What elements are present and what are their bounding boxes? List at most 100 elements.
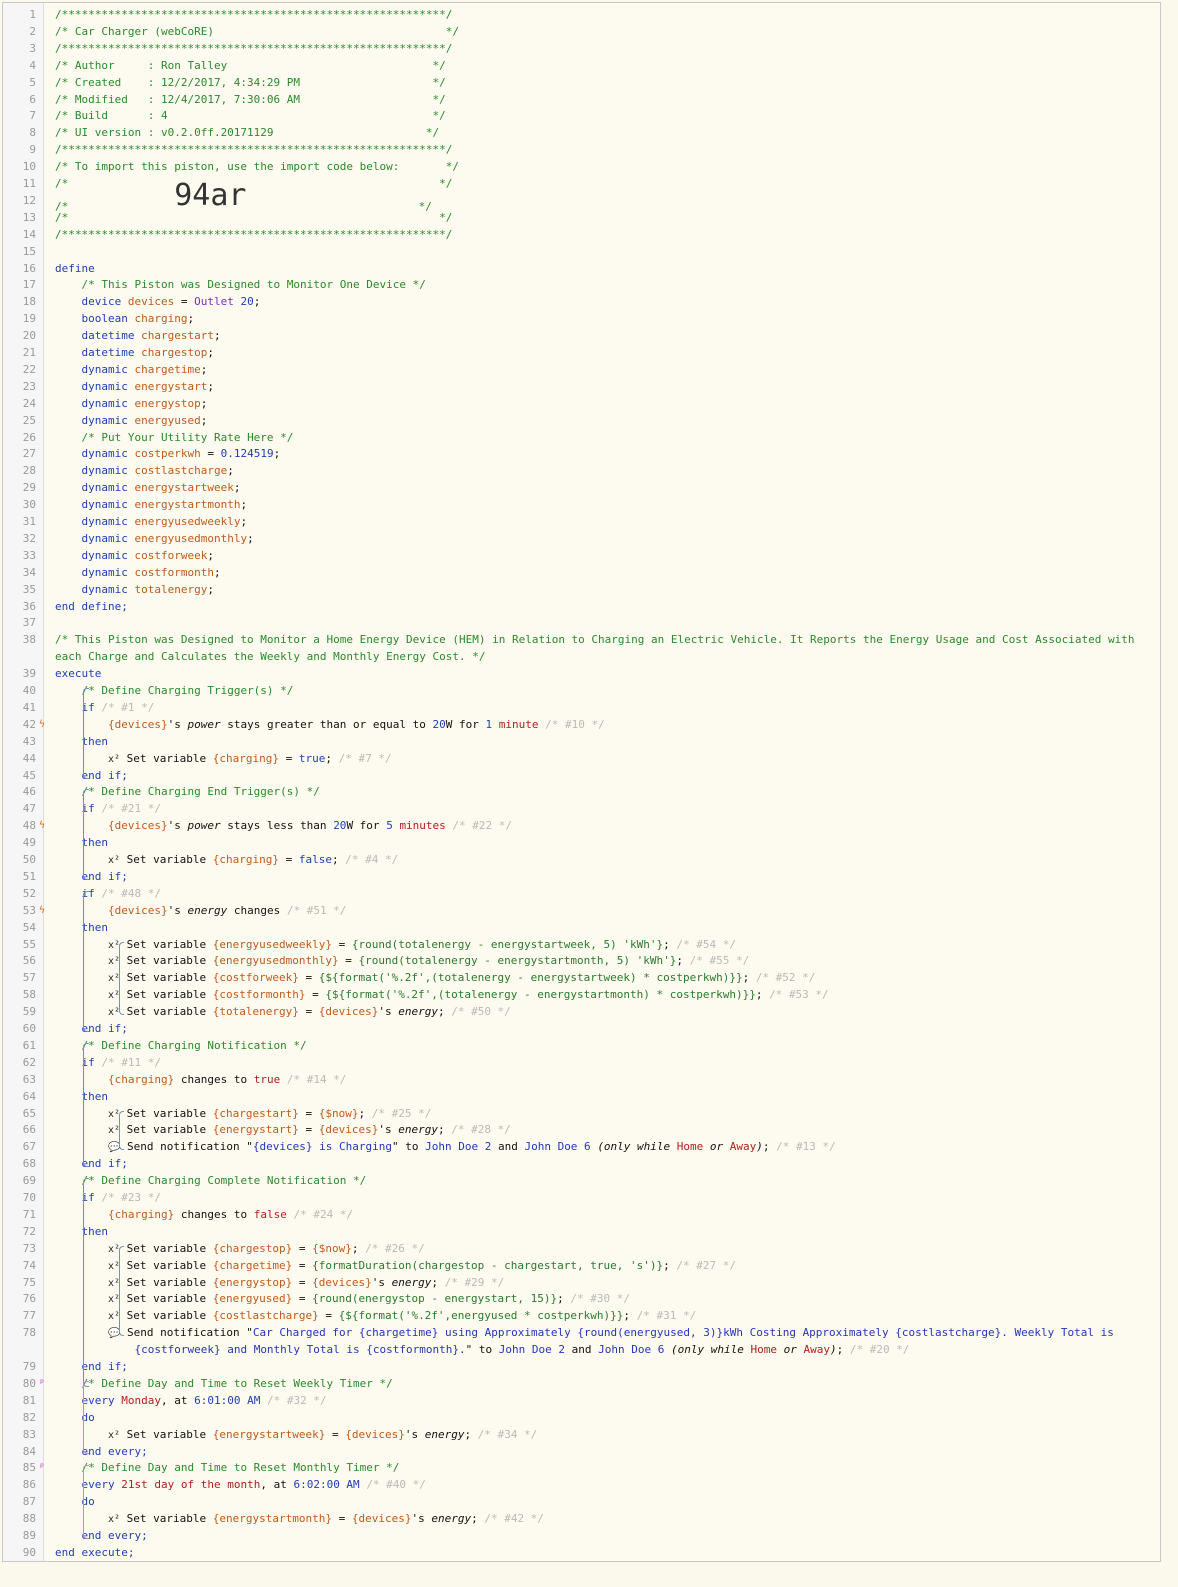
code-line: 7/* Build : 4 */ (3, 107, 1160, 124)
code-line: 58 x² Set variable {costformonth} = {${f… (3, 986, 1160, 1003)
line-number: 87 (22, 1495, 36, 1509)
code-line: 17 /* This Piston was Designed to Monito… (3, 276, 1160, 293)
code-line: 1/**************************************… (3, 6, 1160, 23)
block-bracket (119, 1110, 124, 1151)
line-number: 50 (22, 853, 36, 866)
line-number: 51 (22, 869, 36, 883)
code-line: 26 /* Put Your Utility Rate Here */ (3, 429, 1160, 446)
line-number: 19 (22, 312, 36, 326)
line-number: 59 (22, 1005, 36, 1019)
code-line: 6/* Modified : 12/4/2017, 7:30:06 AM */ (3, 91, 1160, 108)
code-line: 64 then (3, 1088, 1160, 1105)
line-number: 10 (22, 160, 36, 174)
line-number: 71 (22, 1207, 36, 1221)
code-line: 43 then (3, 733, 1160, 750)
line-number: 53 (22, 903, 36, 917)
code-line: 8/* UI version : v0.2.0ff.20171129 */ (3, 124, 1160, 141)
line-number: 67 (22, 1140, 36, 1154)
line-number: 35 (22, 582, 36, 596)
line-number: 41 (22, 700, 36, 714)
line-number: 58 (22, 988, 36, 1002)
line-number: 52 (22, 886, 36, 900)
code-line: 15 (3, 243, 1160, 260)
code-line: 86 every 21st day of the month, at 6:02:… (3, 1476, 1160, 1493)
code-line: 40 /* Define Charging Trigger(s) */ (3, 682, 1160, 699)
code-line: 76 x² Set variable {energyused} = {round… (3, 1290, 1160, 1307)
block-bracket (83, 1178, 89, 1387)
code-line: 62 if /* #11 */ (3, 1054, 1160, 1071)
line-number: 43 (22, 734, 36, 748)
trigger-bolt-icon: ϟ (39, 718, 46, 730)
code-line: 30 dynamic energystartmonth; (3, 496, 1160, 513)
line-number: 77 (22, 1309, 36, 1323)
line-number: 26 (22, 430, 36, 444)
code-line: 46 /* Define Charging End Trigger(s) */ (3, 783, 1160, 800)
line-number: 31 (22, 515, 36, 528)
code-line: 49 then (3, 834, 1160, 851)
code-line: 31 dynamic energyusedweekly; (3, 513, 1160, 530)
code-line: 75 x² Set variable {energystop} = {devic… (3, 1274, 1160, 1291)
line-number: 32 (22, 531, 36, 545)
code-line: 89 end every; (3, 1527, 1160, 1544)
code-line: 24 dynamic energystop; (3, 395, 1160, 412)
trigger-bolt-icon: ϟ (39, 820, 46, 832)
code-line: 50 x² Set variable {charging} = false; /… (3, 851, 1160, 868)
line-number: 62 (22, 1055, 36, 1069)
code-line: 47 if /* #21 */ (3, 800, 1160, 817)
block-bracket (83, 1042, 89, 1168)
line-number: 74 (22, 1258, 36, 1272)
code-line: 5/* Created : 12/2/2017, 4:34:29 PM */ (3, 74, 1160, 91)
line-number: 84 (22, 1444, 36, 1458)
line-number: 11 (22, 177, 36, 190)
code-line: 88 x² Set variable {energystartmonth} = … (3, 1510, 1160, 1527)
code-line: 52 if /* #48 */ (3, 885, 1160, 902)
line-number: 2 (29, 24, 36, 38)
code-line: 70 if /* #23 */ (3, 1189, 1160, 1206)
code-line: 51 end if; (3, 868, 1160, 885)
code-line: 72 then (3, 1223, 1160, 1240)
code-line: 33 dynamic costforweek; (3, 547, 1160, 564)
line-number: 38 (22, 633, 36, 647)
code-line: 13/* */ (3, 209, 1160, 226)
code-line: 68 end if; (3, 1155, 1160, 1172)
code-line: 2/* Car Charger (webCoRE) */ (3, 23, 1160, 40)
line-number: 4 (29, 58, 36, 72)
line-number: 65 (22, 1106, 36, 1120)
code-line: 83 x² Set variable {energystartweek} = {… (3, 1426, 1160, 1443)
line-number: 40 (22, 684, 36, 697)
line-number: 37 (22, 616, 36, 630)
code-line: 41 if /* #1 */ (3, 699, 1160, 716)
line-number: 42 (22, 717, 36, 731)
block-bracket (83, 789, 89, 880)
line-number: 56 (22, 954, 36, 968)
piston-code-editor: 1/**************************************… (2, 2, 1161, 1562)
line-number: 15 (22, 244, 36, 258)
code-line: 82 do (3, 1409, 1160, 1426)
code-line: 84 end every; (3, 1443, 1160, 1460)
line-number: 21 (22, 346, 36, 359)
block-bracket (83, 890, 89, 1032)
line-number: 49 (22, 836, 36, 850)
code-line: 18 device devices = Outlet 20; (3, 293, 1160, 310)
line-number: 39 (22, 667, 36, 681)
line-number: 88 (22, 1512, 36, 1526)
line-number: 6 (29, 92, 36, 106)
code-line: 73 x² Set variable {chargestop} = {$now}… (3, 1240, 1160, 1257)
line-number: 89 (22, 1529, 36, 1542)
line-number: 5 (29, 75, 36, 89)
line-number: 36 (22, 599, 36, 613)
code-line: 61 /* Define Charging Notification */ (3, 1037, 1160, 1054)
line-number: 1 (29, 8, 36, 21)
code-line: 53 ϟ {devices}'s energy changes /* #51 */ (3, 902, 1160, 919)
line-number: 72 (22, 1224, 36, 1238)
line-number: 22 (22, 362, 36, 376)
line-number: 64 (22, 1089, 36, 1103)
code-line: 44 x² Set variable {charging} = true; /*… (3, 750, 1160, 767)
code-line: 38/* This Piston was Designed to Monitor… (3, 631, 1160, 648)
block-bracket (83, 1465, 89, 1539)
code-line: 10/* To import this piston, use the impo… (3, 158, 1160, 175)
line-number: 44 (22, 751, 36, 765)
line-number: 18 (22, 295, 36, 309)
code-line: 74 x² Set variable {chargetime} = {forma… (3, 1257, 1160, 1274)
code-line: 4/* Author : Ron Talley */ (3, 57, 1160, 74)
